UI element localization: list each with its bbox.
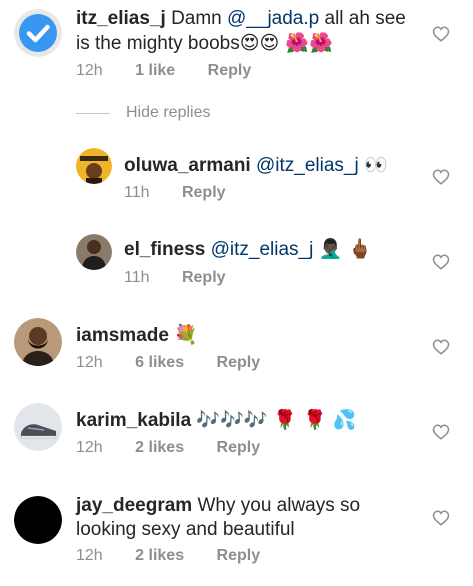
username[interactable]: el_finess — [124, 239, 205, 260]
reply-button[interactable]: Reply — [217, 547, 261, 564]
heart-icon[interactable] — [432, 168, 450, 186]
divider — [76, 112, 110, 114]
username[interactable]: iamsmade — [76, 325, 169, 346]
heart-icon[interactable] — [432, 253, 450, 271]
comment-text: oluwa_armani @itz_elias_j 👀 — [124, 153, 414, 178]
mention-link[interactable]: @__jada.p — [227, 8, 319, 29]
hide-replies-button[interactable]: Hide replies — [76, 104, 210, 122]
comment-text: iamsmade 💐 — [76, 323, 406, 348]
emoji: 💐 — [174, 324, 198, 346]
reply-button[interactable]: Reply — [217, 439, 261, 456]
emoji: 😍😍 🌺🌺 — [239, 32, 333, 54]
avatar[interactable] — [14, 403, 62, 451]
timestamp: 12h — [76, 62, 103, 79]
username[interactable]: oluwa_armani — [124, 155, 251, 176]
heart-icon[interactable] — [432, 423, 450, 441]
reply-button[interactable]: Reply — [182, 269, 226, 286]
verified-badge-icon — [14, 9, 62, 57]
person-avatar-icon — [76, 234, 112, 270]
emoji: 👀 — [364, 154, 388, 176]
username[interactable]: karim_kabila — [76, 410, 191, 431]
emoji: 🎶🎶🎶 🌹 🌹 💦 — [196, 409, 357, 431]
reply-button[interactable]: Reply — [182, 184, 226, 201]
likes-count[interactable]: 2 likes — [135, 439, 184, 456]
comment-meta: 11h Reply — [124, 268, 254, 288]
starboy-avatar-icon — [76, 148, 112, 184]
likes-count[interactable]: 6 likes — [135, 354, 184, 371]
reply-button[interactable]: Reply — [208, 62, 252, 79]
mention-link[interactable]: @itz_elias_j — [256, 155, 359, 176]
heart-icon[interactable] — [432, 509, 450, 527]
comment-text: itz_elias_j Damn @__jada.p all ah see is… — [76, 7, 406, 56]
avatar[interactable] — [76, 148, 112, 184]
likes-count[interactable]: 1 like — [135, 62, 175, 79]
avatar[interactable] — [14, 318, 62, 366]
comment-text-pre: Damn — [171, 8, 228, 29]
comment-meta: 12h 1 like Reply — [76, 61, 279, 81]
avatar[interactable] — [14, 496, 62, 544]
comment-meta: 12h 6 likes Reply — [76, 353, 288, 373]
sneaker-avatar-icon — [14, 403, 62, 451]
bearded-man-avatar-icon — [14, 318, 62, 366]
username[interactable]: itz_elias_j — [76, 8, 166, 29]
avatar[interactable] — [14, 9, 62, 57]
username[interactable]: jay_deegram — [76, 495, 192, 516]
comment-meta: 11h Reply — [124, 183, 254, 203]
timestamp: 12h — [76, 354, 103, 371]
comment-text: karim_kabila 🎶🎶🎶 🌹 🌹 💦 — [76, 408, 406, 433]
comment-meta: 12h 2 likes Reply — [76, 438, 288, 458]
hide-replies-label: Hide replies — [126, 104, 211, 121]
avatar[interactable] — [76, 234, 112, 270]
heart-icon[interactable] — [432, 338, 450, 356]
comment-text: el_finess @itz_elias_j 🤦🏿‍♂️ 🖕🏾 — [124, 237, 414, 262]
timestamp: 11h — [124, 269, 150, 286]
heart-icon[interactable] — [432, 25, 450, 43]
comment-meta: 12h 2 likes Reply — [76, 546, 288, 566]
mention-link[interactable]: @itz_elias_j — [211, 239, 314, 260]
emoji: 🤦🏿‍♂️ 🖕🏾 — [318, 238, 372, 260]
reply-button[interactable]: Reply — [217, 354, 261, 371]
likes-count[interactable]: 2 likes — [135, 547, 184, 564]
comment-text: jay_deegram Why you always so looking se… — [76, 494, 416, 542]
timestamp: 11h — [124, 184, 150, 201]
black-circle-avatar-icon — [14, 496, 62, 544]
timestamp: 12h — [76, 439, 103, 456]
timestamp: 12h — [76, 547, 103, 564]
